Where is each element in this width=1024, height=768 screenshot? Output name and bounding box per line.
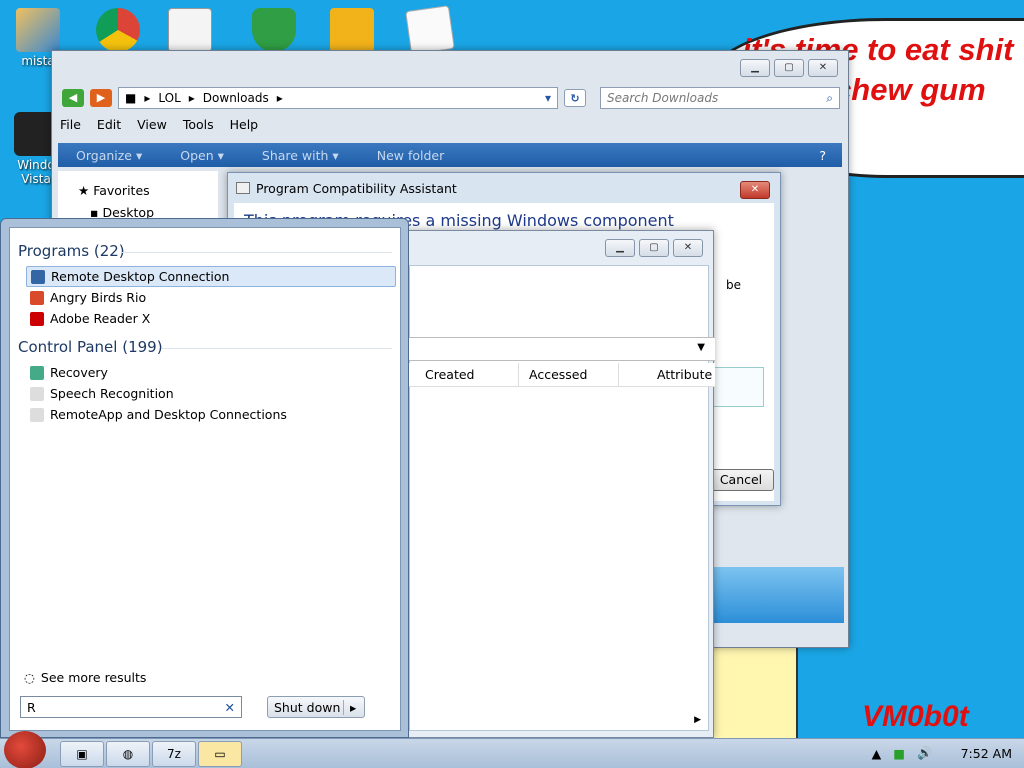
dialog-text: be bbox=[726, 278, 741, 292]
adobe-reader-icon bbox=[30, 311, 44, 326]
back-button[interactable]: ◀ bbox=[62, 89, 84, 107]
wallpaper-art bbox=[712, 645, 798, 740]
minimize-button[interactable]: ▁ bbox=[740, 59, 770, 77]
remoteapp-icon bbox=[30, 407, 44, 422]
scroll-right-icon[interactable]: ▶ bbox=[694, 715, 701, 725]
show-hidden-icons[interactable]: ▲ bbox=[872, 746, 882, 761]
breadcrumb-lol[interactable]: LOL bbox=[158, 91, 180, 105]
result-remoteapp[interactable]: RemoteApp and Desktop Connections bbox=[26, 404, 396, 425]
desktop-icon-angry-birds[interactable] bbox=[322, 8, 382, 54]
menu-bar: File Edit View Tools Help bbox=[60, 117, 258, 132]
programs-header[interactable]: Programs (22) bbox=[18, 242, 125, 260]
nav-favorites[interactable]: ★ Favorites bbox=[78, 183, 150, 198]
help-icon[interactable]: ? bbox=[819, 148, 826, 163]
wallpaper-signature: VM0b0t bbox=[862, 700, 969, 733]
volume-icon[interactable]: 🔊 bbox=[917, 745, 933, 761]
angry-birds-icon bbox=[30, 290, 44, 305]
menu-file[interactable]: File bbox=[60, 117, 81, 132]
start-orb[interactable] bbox=[4, 731, 46, 768]
dialog-icon bbox=[236, 182, 250, 194]
taskbar: ▣ ◍ 7z ▭ ▲ ■ 🔊 7:52 AM bbox=[0, 731, 1024, 768]
result-recovery[interactable]: Recovery bbox=[26, 362, 396, 383]
start-search-input[interactable]: R ✕ bbox=[20, 696, 242, 718]
clear-search-icon[interactable]: ✕ bbox=[225, 700, 235, 715]
user-icon bbox=[16, 8, 60, 52]
result-remote-desktop[interactable]: Remote Desktop Connection bbox=[26, 266, 396, 287]
divider bbox=[162, 348, 392, 349]
shield-icon bbox=[252, 8, 296, 52]
file-properties-window[interactable]: ▁ ▢ ✕ ▼ Created Accessed Attribute ▶ bbox=[402, 230, 715, 738]
speech-recognition-icon bbox=[30, 386, 44, 401]
search-icon: ◌ bbox=[24, 670, 35, 685]
menu-tools[interactable]: Tools bbox=[183, 117, 214, 132]
dropdown-arrow-icon: ▼ bbox=[697, 342, 705, 353]
shutdown-options-icon[interactable]: ▸ bbox=[344, 700, 356, 715]
taskbar-explorer[interactable]: ▣ bbox=[60, 741, 104, 767]
desktop-icon-documents[interactable] bbox=[400, 5, 460, 55]
start-menu: Programs (22) Remote Desktop Connection … bbox=[0, 218, 409, 738]
shutdown-button[interactable]: Shut down ▸ bbox=[267, 696, 365, 718]
search-icon: ⌕ bbox=[826, 90, 833, 105]
result-angry-birds[interactable]: Angry Birds Rio bbox=[26, 287, 396, 308]
close-button[interactable]: ✕ bbox=[740, 181, 770, 199]
recovery-icon bbox=[30, 365, 44, 380]
properties-content bbox=[409, 265, 709, 731]
column-created[interactable]: Created bbox=[403, 363, 519, 386]
column-headers: Created Accessed Attribute bbox=[403, 363, 715, 387]
dialog-title: Program Compatibility Assistant bbox=[256, 181, 457, 196]
folder-icon: ■ bbox=[125, 91, 137, 105]
menu-view[interactable]: View bbox=[137, 117, 167, 132]
address-bar[interactable]: ■ ▸ LOL ▸ Downloads ▸ ▾ bbox=[118, 87, 558, 109]
desktop-icon-solitaire[interactable] bbox=[160, 8, 220, 54]
minimize-button[interactable]: ▁ bbox=[605, 239, 635, 257]
column-attributes[interactable]: Attribute bbox=[619, 363, 712, 386]
breadcrumb-downloads[interactable]: Downloads bbox=[203, 91, 269, 105]
taskbar-chrome[interactable]: ◍ bbox=[106, 741, 150, 767]
new-folder-button[interactable]: New folder bbox=[377, 148, 445, 163]
close-button[interactable]: ✕ bbox=[808, 59, 838, 77]
column-accessed[interactable]: Accessed bbox=[519, 363, 619, 386]
command-bar: Organize ▾ Open ▾ Share with ▾ New folde… bbox=[58, 143, 842, 167]
network-icon[interactable]: ■ bbox=[893, 746, 905, 761]
refresh-button[interactable]: ↻ bbox=[564, 89, 586, 107]
search-input[interactable]: Search Downloads ⌕ bbox=[600, 87, 840, 109]
system-tray: ▲ ■ 🔊 7:52 AM bbox=[872, 745, 1012, 761]
divider bbox=[122, 252, 392, 253]
maximize-button[interactable]: ▢ bbox=[639, 239, 669, 257]
clock[interactable]: 7:52 AM bbox=[961, 746, 1012, 761]
see-more-results[interactable]: ◌ See more results bbox=[24, 670, 146, 685]
documents-icon bbox=[405, 5, 455, 55]
dropdown[interactable]: ▼ bbox=[403, 337, 715, 361]
cancel-button[interactable]: Cancel bbox=[708, 469, 774, 491]
result-speech-recognition[interactable]: Speech Recognition bbox=[26, 383, 396, 404]
maximize-button[interactable]: ▢ bbox=[774, 59, 804, 77]
control-panel-header[interactable]: Control Panel (199) bbox=[18, 338, 163, 356]
forward-button[interactable]: ▶ bbox=[90, 89, 112, 107]
open-button[interactable]: Open ▾ bbox=[180, 148, 224, 163]
chrome-icon bbox=[96, 8, 140, 52]
address-dropdown-icon[interactable]: ▾ bbox=[545, 91, 551, 105]
preview-image bbox=[714, 567, 844, 623]
result-adobe-reader[interactable]: Adobe Reader X bbox=[26, 308, 396, 329]
menu-help[interactable]: Help bbox=[230, 117, 259, 132]
organize-button[interactable]: Organize ▾ bbox=[76, 148, 142, 163]
menu-edit[interactable]: Edit bbox=[97, 117, 121, 132]
close-button[interactable]: ✕ bbox=[673, 239, 703, 257]
angry-birds-icon bbox=[330, 8, 374, 52]
solitaire-icon bbox=[168, 8, 212, 52]
remote-desktop-icon bbox=[31, 269, 45, 284]
desktop-icon-security[interactable] bbox=[244, 8, 304, 54]
taskbar-compatibility[interactable]: ▭ bbox=[198, 741, 242, 767]
start-search-results: Programs (22) Remote Desktop Connection … bbox=[9, 227, 401, 731]
share-with-button[interactable]: Share with ▾ bbox=[262, 148, 339, 163]
desktop-icon-chrome[interactable] bbox=[88, 8, 148, 54]
taskbar-7zip[interactable]: 7z bbox=[152, 741, 196, 767]
